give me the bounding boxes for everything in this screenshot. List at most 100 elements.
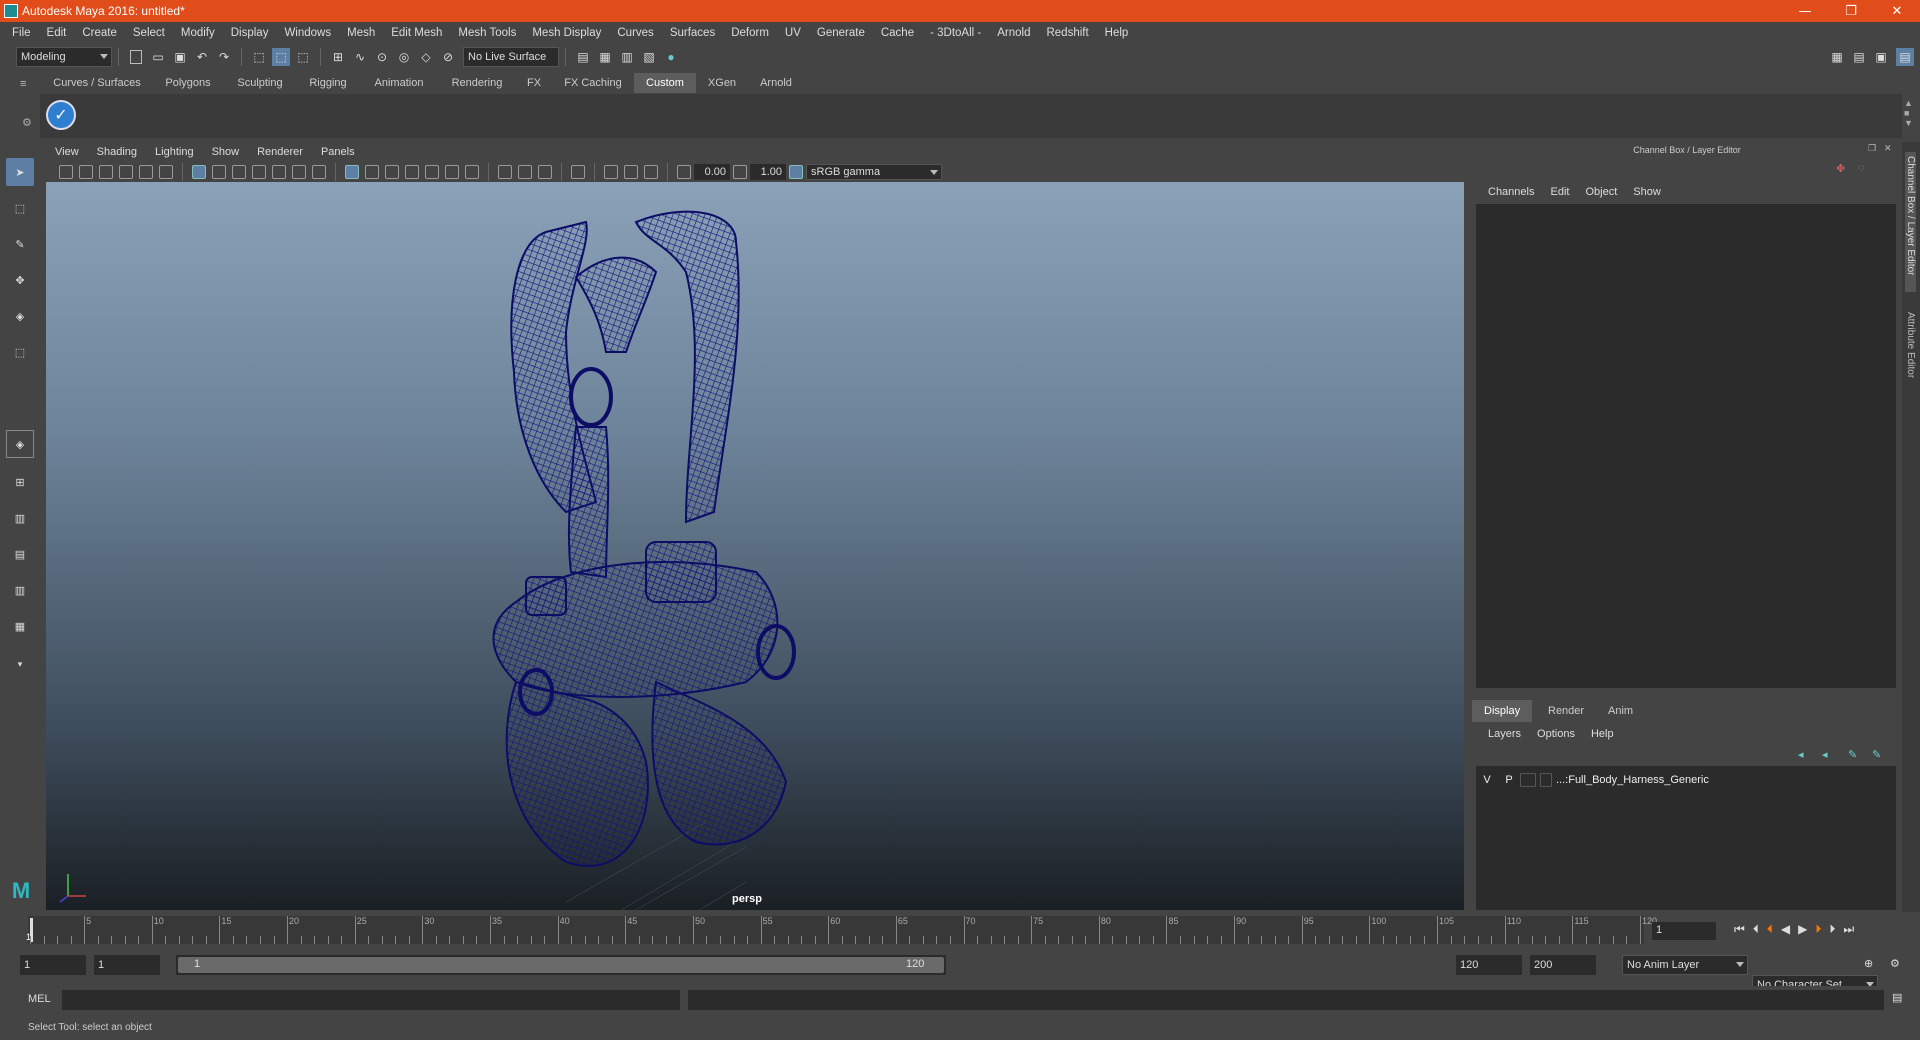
shelf-tab-fx[interactable]: FX bbox=[518, 73, 550, 93]
menu-cache[interactable]: Cache bbox=[873, 27, 922, 39]
select-object-icon[interactable]: ⬚ bbox=[272, 48, 290, 66]
step-forward-frame-icon[interactable]: ⏵ bbox=[1829, 922, 1835, 937]
layout-four-icon[interactable]: ⊞ bbox=[6, 468, 34, 496]
menu-uv[interactable]: UV bbox=[777, 27, 809, 39]
menu-set-dropdown[interactable]: Modeling bbox=[16, 47, 112, 67]
2d-pan-zoom-icon[interactable] bbox=[139, 165, 153, 179]
shelf-tab-rigging[interactable]: Rigging bbox=[300, 73, 356, 93]
open-scene-icon[interactable]: ▭ bbox=[149, 48, 167, 66]
select-component-icon[interactable]: ⬚ bbox=[294, 48, 312, 66]
menu-mesh[interactable]: Mesh bbox=[339, 27, 383, 39]
animation-end-field[interactable]: 200 bbox=[1530, 955, 1596, 975]
undo-icon[interactable]: ↶ bbox=[193, 48, 211, 66]
menu-redshift[interactable]: Redshift bbox=[1038, 27, 1096, 39]
layer-display-type-toggle[interactable] bbox=[1520, 773, 1536, 787]
paint-select-tool-icon[interactable]: ✎ bbox=[6, 230, 34, 258]
menu-arnold[interactable]: Arnold bbox=[989, 27, 1038, 39]
menu-display[interactable]: Display bbox=[223, 27, 277, 39]
shelf-settings-icon[interactable]: ⚙ bbox=[22, 116, 32, 129]
range-slider-thumb[interactable] bbox=[178, 957, 944, 973]
color-space-dropdown[interactable]: sRGB gamma bbox=[806, 164, 942, 180]
menu-deform[interactable]: Deform bbox=[723, 27, 777, 39]
side-tab-channel-box[interactable]: Channel Box / Layer Editor bbox=[1905, 152, 1916, 292]
new-scene-icon[interactable] bbox=[127, 48, 145, 66]
make-live-icon[interactable]: ⊘ bbox=[439, 48, 457, 66]
side-tab-attribute-editor[interactable]: Attribute Editor bbox=[1905, 312, 1916, 412]
motion-blur-icon[interactable] bbox=[518, 165, 532, 179]
channel-box-menu-channels[interactable]: Channels bbox=[1480, 186, 1542, 198]
step-back-frame-icon[interactable]: ⏴ bbox=[1753, 922, 1759, 937]
menu-file[interactable]: File bbox=[4, 27, 39, 39]
select-tool-icon[interactable]: ➤ bbox=[6, 158, 34, 186]
layer-row[interactable]: V P ...:Full_Body_Harness_Generic bbox=[1476, 770, 1896, 790]
render-frame-icon[interactable]: ▦ bbox=[596, 48, 614, 66]
hypershade-icon[interactable]: ● bbox=[662, 48, 680, 66]
snap-surface-icon[interactable]: ◇ bbox=[417, 48, 435, 66]
live-surface-field[interactable]: No Live Surface bbox=[463, 47, 559, 67]
smooth-shade-icon[interactable] bbox=[365, 165, 379, 179]
move-tool-icon[interactable]: ✥ bbox=[6, 266, 34, 294]
menu-help[interactable]: Help bbox=[1097, 27, 1137, 39]
move-layer-up-icon[interactable]: ◂ bbox=[1798, 748, 1804, 761]
bookmark-icon[interactable] bbox=[99, 165, 113, 179]
menu-3dtoall[interactable]: - 3DtoAll - bbox=[922, 27, 989, 39]
layer-playback-toggle[interactable]: P bbox=[1498, 774, 1520, 786]
shelf-menu-icon[interactable]: ≡ bbox=[20, 78, 26, 90]
viewport-menu-view[interactable]: View bbox=[46, 146, 88, 158]
float-panel-icon[interactable]: ❐ bbox=[1868, 143, 1876, 154]
toggle-panel-icon[interactable]: ▤ bbox=[1850, 48, 1868, 66]
xray-joints-icon[interactable] bbox=[644, 165, 658, 179]
menu-edit[interactable]: Edit bbox=[39, 27, 75, 39]
workspace-icon[interactable]: ▦ bbox=[1828, 48, 1846, 66]
menu-select[interactable]: Select bbox=[125, 27, 173, 39]
antialiasing-icon[interactable] bbox=[538, 165, 552, 179]
shelf-tab-arnold[interactable]: Arnold bbox=[750, 73, 802, 93]
channel-box-menu-object[interactable]: Object bbox=[1577, 186, 1625, 198]
shelf-tab-fx-caching[interactable]: FX Caching bbox=[556, 73, 630, 93]
rotate-tool-icon[interactable]: ◈ bbox=[6, 302, 34, 330]
shadows-icon[interactable] bbox=[465, 165, 479, 179]
viewport-menu-lighting[interactable]: Lighting bbox=[146, 146, 203, 158]
new-layer-selected-icon[interactable]: ✎ bbox=[1872, 748, 1881, 761]
viewport-menu-shading[interactable]: Shading bbox=[88, 146, 146, 158]
channel-box-menu-show[interactable]: Show bbox=[1625, 186, 1669, 198]
isolate-select-icon[interactable] bbox=[571, 165, 585, 179]
move-layer-down-icon[interactable]: ◂ bbox=[1822, 748, 1828, 761]
menu-mesh-display[interactable]: Mesh Display bbox=[524, 27, 609, 39]
layer-tab-display[interactable]: Display bbox=[1472, 700, 1533, 722]
channel-box-menu-edit[interactable]: Edit bbox=[1542, 186, 1577, 198]
auto-key-icon[interactable]: ⊕ bbox=[1864, 957, 1873, 970]
gamma-field[interactable]: 1.00 bbox=[750, 164, 786, 180]
use-all-lights-icon[interactable] bbox=[445, 165, 459, 179]
shelf-tab-animation[interactable]: Animation bbox=[362, 73, 436, 93]
layer-color-swatch[interactable] bbox=[1540, 773, 1552, 787]
step-back-key-icon[interactable]: ⏴ bbox=[1767, 922, 1773, 937]
gamma-icon[interactable] bbox=[733, 165, 747, 179]
animation-preferences-icon[interactable]: ⚙ bbox=[1890, 957, 1900, 970]
layout-two-icon[interactable]: ▥ bbox=[6, 504, 34, 532]
viewport-menu-show[interactable]: Show bbox=[203, 146, 249, 158]
shelf-tab-xgen[interactable]: XGen bbox=[700, 73, 744, 93]
play-backwards-icon[interactable]: ◀ bbox=[1781, 922, 1790, 937]
layer-menu-help[interactable]: Help bbox=[1583, 728, 1622, 740]
shelf-tab-rendering[interactable]: Rendering bbox=[442, 73, 512, 93]
minimize-button[interactable]: — bbox=[1782, 0, 1828, 22]
channel-list[interactable] bbox=[1476, 204, 1896, 688]
command-input[interactable] bbox=[62, 990, 680, 1010]
xray-icon[interactable] bbox=[604, 165, 618, 179]
close-panel-icon[interactable]: ✕ bbox=[1884, 143, 1892, 154]
layout-outliner-icon[interactable]: ▤ bbox=[6, 540, 34, 568]
script-editor-icon[interactable]: ▤ bbox=[1892, 991, 1902, 1004]
viewport-menu-renderer[interactable]: Renderer bbox=[248, 146, 312, 158]
ipr-render-icon[interactable]: ▥ bbox=[618, 48, 636, 66]
render-settings-icon[interactable]: ▧ bbox=[640, 48, 658, 66]
layout-more-icon[interactable]: ▾ bbox=[6, 650, 34, 678]
default-material-icon[interactable] bbox=[385, 165, 399, 179]
scale-tool-icon[interactable]: ⬚ bbox=[6, 338, 34, 366]
ambient-occlusion-icon[interactable] bbox=[498, 165, 512, 179]
grid-icon[interactable] bbox=[192, 165, 206, 179]
animation-start-field[interactable]: 1 bbox=[20, 955, 86, 975]
menu-curves[interactable]: Curves bbox=[609, 27, 661, 39]
layer-tab-anim[interactable]: Anim bbox=[1596, 700, 1645, 722]
textured-icon[interactable] bbox=[405, 165, 419, 179]
